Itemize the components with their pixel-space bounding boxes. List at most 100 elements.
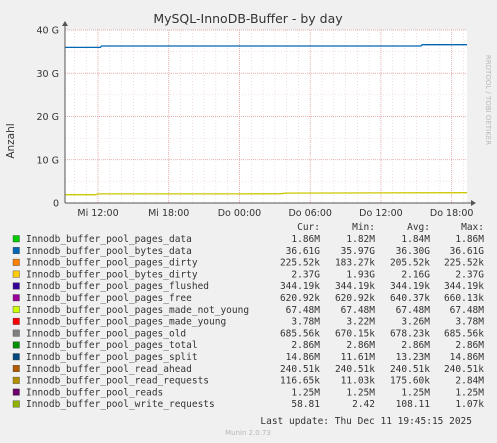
- legend-header: Max:: [461, 222, 484, 233]
- legend-cur-value: 36.61G: [286, 246, 321, 257]
- legend-swatch: [12, 353, 20, 361]
- legend-cur-value: 344.19k: [280, 281, 320, 292]
- legend-min-value: 620.92k: [335, 293, 375, 304]
- legend-avg-value: 1.84M: [401, 234, 430, 245]
- legend-min-value: 11.61M: [341, 352, 376, 363]
- legend-max-value: 660.13k: [444, 293, 484, 304]
- legend-min-value: 240.51k: [335, 364, 375, 375]
- rrdtool-watermark: RRDTOOL / TOBI OETIKER: [484, 55, 492, 145]
- legend-avg-value: 175.60k: [390, 376, 430, 387]
- legend-series-name: Innodb_buffer_pool_write_requests: [26, 399, 215, 410]
- legend-swatch: [12, 306, 20, 313]
- legend-swatch: [12, 388, 20, 396]
- legend-avg-value: 13.23M: [396, 352, 431, 363]
- legend-swatch: [12, 317, 20, 325]
- legend-cur-value: 58.81: [291, 399, 320, 410]
- legend-max-value: 225.52k: [444, 258, 484, 269]
- legend-avg-value: 678.23k: [390, 328, 430, 339]
- legend-series-name: Innodb_buffer_pool_pages_made_not_young: [26, 305, 249, 316]
- x-tick-label: Do 06:00: [288, 208, 332, 219]
- legend-header: Cur:: [297, 222, 320, 233]
- legend-min-value: 35.97G: [341, 246, 376, 257]
- munin-graph: MySQL-InnoDB-Buffer - by day Anzahl RRDT…: [0, 0, 497, 443]
- legend-series-name: Innodb_buffer_pool_bytes_data: [26, 246, 192, 257]
- legend-series-name: Innodb_buffer_pool_pages_dirty: [26, 258, 198, 269]
- legend-swatch: [12, 294, 20, 302]
- legend-min-value: 2.86M: [346, 340, 375, 351]
- legend-avg-value: 3.26M: [401, 317, 430, 328]
- legend-avg-value: 36.30G: [396, 246, 431, 257]
- y-tick-label: 20 G: [37, 112, 59, 123]
- legend-min-value: 1.82M: [346, 234, 375, 245]
- legend-max-value: 67.48M: [450, 305, 485, 316]
- legend-series-name: Innodb_buffer_pool_pages_total: [26, 340, 198, 351]
- legend-max-value: 2.84M: [455, 376, 484, 387]
- legend-series-name: Innodb_buffer_pool_pages_made_young: [26, 317, 226, 328]
- x-tick-label: Do 18:00: [430, 208, 474, 219]
- chart-canvas: MySQL-InnoDB-Buffer - by day Anzahl RRDT…: [0, 0, 497, 443]
- legend-avg-value: 2.86M: [401, 340, 430, 351]
- legend-min-value: 3.22M: [346, 317, 375, 328]
- x-tick-label: Mi 18:00: [148, 208, 189, 219]
- y-tick-label: 40 G: [37, 26, 59, 37]
- legend-cur-value: 1.25M: [291, 387, 320, 398]
- legend-max-value: 3.78M: [455, 317, 484, 328]
- legend-min-value: 2.42: [352, 399, 375, 410]
- legend-swatch: [12, 365, 20, 372]
- legend-max-value: 2.86M: [455, 340, 484, 351]
- legend-cur-value: 2.37G: [291, 269, 320, 280]
- legend-cur-value: 2.86M: [291, 340, 320, 351]
- legend-swatch: [12, 258, 20, 266]
- x-tick-label: Mi 12:00: [77, 208, 118, 219]
- legend-swatch: [12, 341, 20, 349]
- y-tick-label: 30 G: [37, 69, 59, 80]
- legend-swatch: [12, 400, 20, 408]
- y-tick-label: 10 G: [37, 155, 59, 166]
- x-tick-label: Do 00:00: [218, 208, 262, 219]
- legend-min-value: 1.25M: [346, 387, 375, 398]
- legend-cur-value: 1.86M: [291, 234, 320, 245]
- legend-series-name: Innodb_buffer_pool_pages_split: [26, 352, 198, 363]
- legend-header: Avg:: [407, 222, 430, 233]
- legend-max-value: 1.07k: [455, 399, 484, 410]
- legend-cur-value: 685.56k: [280, 328, 320, 339]
- last-update-text: Last update: Thu Dec 11 19:45:15 2025: [260, 416, 472, 427]
- legend-avg-value: 108.11: [396, 399, 431, 410]
- legend-series-name: Innodb_buffer_pool_pages_old: [26, 328, 186, 339]
- legend-min-value: 67.48M: [341, 305, 376, 316]
- legend-series-name: Innodb_buffer_pool_read_requests: [26, 376, 209, 387]
- legend-series-name: Innodb_buffer_pool_pages_flushed: [26, 281, 209, 292]
- legend-series-name: Innodb_buffer_pool_reads: [26, 387, 163, 398]
- legend-cur-value: 240.51k: [280, 364, 320, 375]
- legend-avg-value: 205.52k: [390, 258, 430, 269]
- legend-series-name: Innodb_buffer_pool_pages_free: [26, 293, 192, 304]
- legend-max-value: 2.37G: [455, 269, 484, 280]
- legend-swatch: [12, 235, 20, 243]
- y-tick-label: 0: [53, 199, 59, 210]
- legend-avg-value: 1.25M: [401, 387, 430, 398]
- legend-max-value: 1.25M: [455, 387, 484, 398]
- legend-max-value: 685.56k: [444, 328, 484, 339]
- legend-avg-value: 640.37k: [390, 293, 430, 304]
- legend-series-name: Innodb_buffer_pool_read_ahead: [26, 364, 192, 375]
- legend-avg-value: 67.48M: [396, 305, 431, 316]
- legend-cur-value: 14.86M: [286, 352, 321, 363]
- legend-cur-value: 116.65k: [280, 376, 320, 387]
- legend-swatch: [12, 247, 20, 255]
- legend-max-value: 344.19k: [444, 281, 484, 292]
- legend-avg-value: 2.16G: [401, 269, 430, 280]
- legend-avg-value: 344.19k: [390, 281, 430, 292]
- legend-swatch: [12, 282, 20, 290]
- legend-series-name: Innodb_buffer_pool_pages_data: [26, 234, 192, 245]
- legend-swatch: [12, 376, 20, 384]
- legend-min-value: 1.93G: [346, 269, 375, 280]
- legend-avg-value: 240.51k: [390, 364, 430, 375]
- legend-max-value: 36.61G: [450, 246, 485, 257]
- legend-cur-value: 3.78M: [291, 317, 320, 328]
- legend-min-value: 183.27k: [335, 258, 375, 269]
- legend-min-value: 11.03k: [341, 376, 376, 387]
- legend-max-value: 1.86M: [455, 234, 484, 245]
- legend-series-name: Innodb_buffer_pool_bytes_dirty: [26, 269, 198, 280]
- legend-header: Min:: [352, 222, 375, 233]
- legend-min-value: 670.15k: [335, 328, 375, 339]
